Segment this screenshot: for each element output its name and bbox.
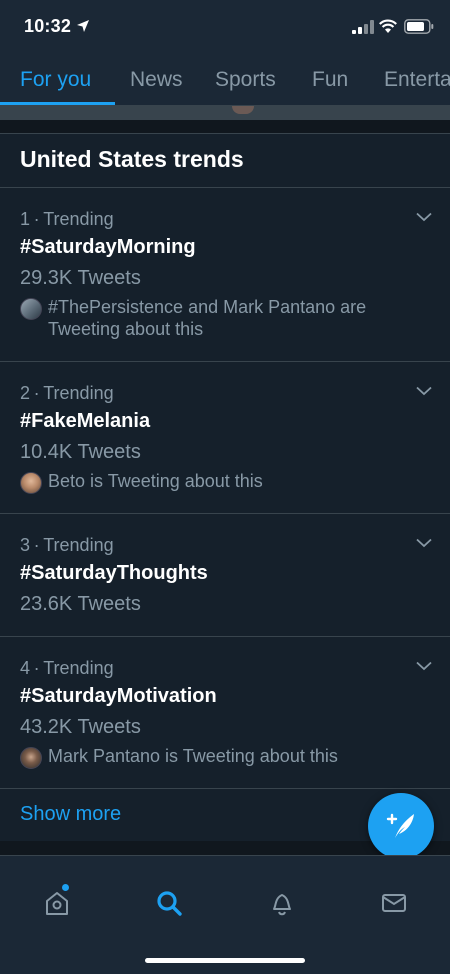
trend-meta: 1 · Trending [20,209,114,229]
tab-news[interactable]: News [130,68,183,92]
active-tab-indicator [0,102,115,105]
trend-rank: 2 [20,383,31,403]
cellular-signal-icon [352,20,374,34]
status-bar: 10:32 [0,0,450,54]
battery-icon [404,19,434,34]
tab-sports[interactable]: Sports [215,68,276,92]
trend-name: #FakeMelania [20,410,151,432]
tab-fun[interactable]: Fun [312,68,348,92]
trend-item[interactable]: 1 · Trending #SaturdayMorning 29.3K Twee… [0,188,450,361]
section-title: United States trends [20,146,244,172]
avatar [20,298,42,320]
home-icon[interactable] [43,889,71,917]
trend-category: Trending [43,209,114,229]
trend-name: #SaturdayMorning [20,236,196,258]
avatar [20,472,42,494]
trend-tweet-count: 43.2K Tweets [20,716,141,738]
chevron-down-icon[interactable] [416,212,432,222]
chevron-down-icon[interactable] [416,386,432,396]
search-icon[interactable] [155,889,183,917]
divider [0,788,450,789]
trend-item[interactable]: 4 · Trending #SaturdayMotivation 43.2K T… [0,637,450,788]
mail-icon[interactable] [380,889,408,917]
hero-image-edge[interactable] [0,106,450,120]
new-content-dot [62,884,69,891]
status-time: 10:32 [24,16,72,36]
explore-tab-bar: For you News Sports Fun Entertainment [0,54,450,106]
trend-rank: 4 [20,658,31,678]
trend-name: #SaturdayThoughts [20,562,208,584]
compose-tweet-icon [386,813,414,838]
trend-meta: 2 · Trending [20,383,114,403]
trend-category: Trending [43,535,114,555]
bottom-nav [0,855,450,974]
location-arrow-icon [77,20,89,32]
tab-for-you[interactable]: For you [20,68,91,92]
wifi-icon [379,19,397,33]
trend-meta: 3 · Trending [20,535,114,555]
trend-context-text: Beto is Tweeting about this [48,471,263,491]
section-separator [0,120,450,134]
trend-rank: 1 [20,209,31,229]
trend-context-text: #ThePersistence and Mark Pantano are Twe… [48,297,367,339]
trend-item[interactable]: 2 · Trending #FakeMelania 10.4K Tweets B… [0,362,450,513]
trend-context-text: Mark Pantano is Tweeting about this [48,746,338,766]
hero-image-detail [232,106,254,114]
bell-icon[interactable] [268,889,296,917]
trend-tweet-count: 29.3K Tweets [20,267,141,289]
home-indicator [145,958,305,963]
tab-entertainment[interactable]: Entertainment [384,68,450,92]
trend-item[interactable]: 3 · Trending #SaturdayThoughts 23.6K Twe… [0,514,450,636]
trend-category: Trending [43,383,114,403]
chevron-down-icon[interactable] [416,661,432,671]
chevron-down-icon[interactable] [416,538,432,548]
trend-name: #SaturdayMotivation [20,685,217,707]
trend-tweet-count: 10.4K Tweets [20,441,141,463]
trend-rank: 3 [20,535,31,555]
trend-meta: 4 · Trending [20,658,114,678]
avatar [20,747,42,769]
trend-tweet-count: 23.6K Tweets [20,593,141,615]
trend-category: Trending [43,658,114,678]
show-more-link[interactable]: Show more [20,803,121,826]
compose-tweet-button[interactable] [368,793,434,859]
